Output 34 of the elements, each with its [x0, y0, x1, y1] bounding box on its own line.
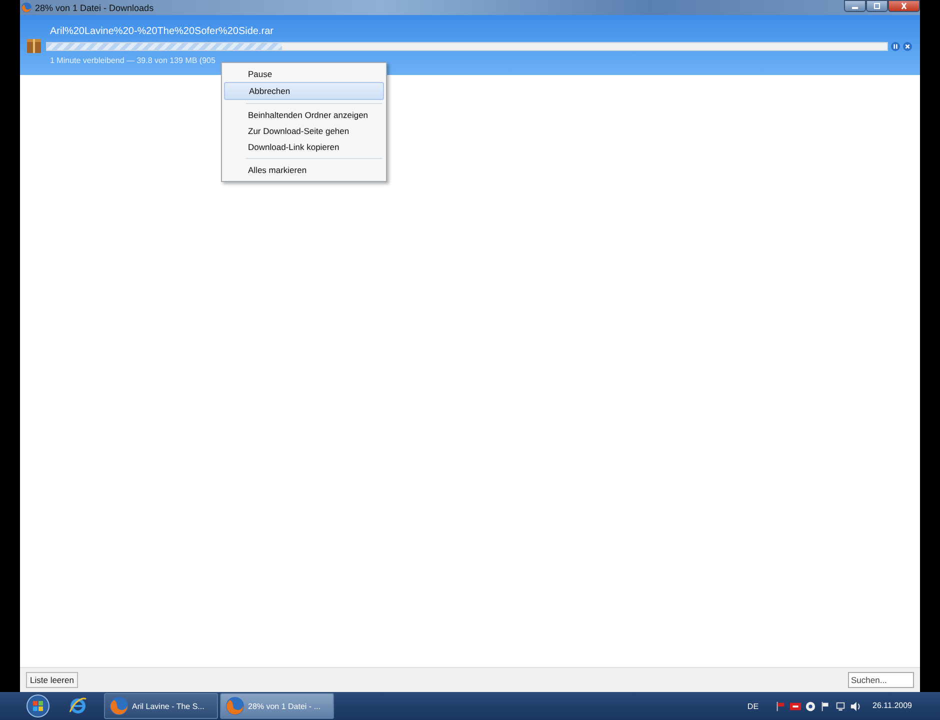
cancel-icon[interactable] [903, 42, 912, 50]
minimize-button[interactable] [844, 0, 866, 12]
graphics-tray-icon[interactable] [790, 700, 801, 712]
package-icon [26, 36, 42, 54]
browser-icon [21, 2, 32, 13]
taskbar-label: Aril Lavine - The S... [132, 702, 204, 710]
close-button[interactable] [888, 0, 920, 12]
menu-item[interactable]: Abbrechen [224, 82, 384, 100]
menu-item[interactable]: Zur Download-Seite gehen [224, 123, 384, 139]
clear-list-button[interactable]: Liste leeren [26, 672, 78, 688]
network-icon[interactable] [834, 700, 846, 712]
speaker-icon[interactable] [850, 700, 861, 712]
search-field[interactable]: Suchen... [848, 672, 914, 688]
browser-icon [109, 696, 129, 716]
clock-date[interactable]: 26.11.2009 [872, 700, 912, 710]
browser-e-icon[interactable] [68, 696, 88, 716]
browser-icon [225, 696, 245, 716]
maximize-icon [872, 2, 882, 10]
flag-icon[interactable] [774, 700, 786, 712]
taskbar-label: 28% von 1 Datei - ... [248, 702, 320, 710]
menu-item[interactable]: Download-Link kopieren [224, 139, 384, 155]
disc-icon[interactable] [804, 700, 816, 712]
taskbar-button[interactable]: Aril Lavine - The S... [104, 693, 218, 719]
pause-icon[interactable] [891, 42, 900, 50]
start-button[interactable] [26, 694, 50, 718]
file-name: Aril%20Lavine%20-%20The%20Sofer%20Side.rar [50, 26, 274, 36]
menu-item[interactable]: Alles markieren [224, 162, 384, 178]
menu-item[interactable]: Beinhaltenden Ordner anzeigen [224, 107, 384, 123]
maximize-button[interactable] [866, 0, 888, 12]
flag-icon[interactable] [820, 700, 831, 712]
download-status: 1 Minute verbleibend — 39.8 von 139 MB (905 [50, 56, 216, 64]
window-title: 28% von 1 Datei - Downloads [35, 2, 154, 12]
language-indicator[interactable]: DE [747, 702, 759, 710]
close-icon [899, 2, 909, 10]
